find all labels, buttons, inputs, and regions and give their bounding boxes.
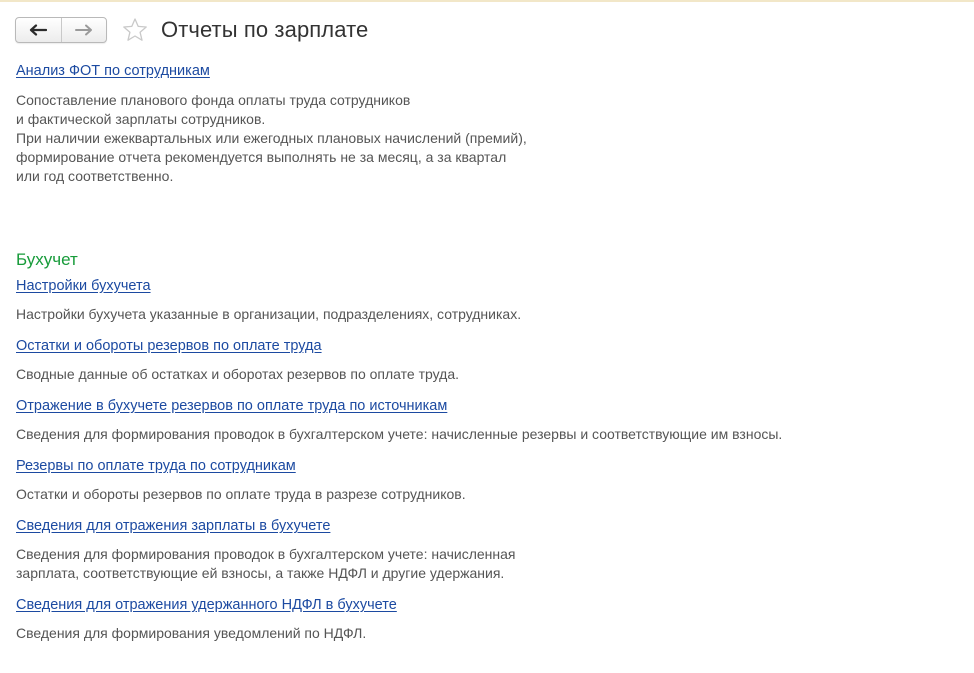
report-link-reserve-balances[interactable]: Остатки и обороты резервов по оплате тру… <box>16 337 322 355</box>
report-list: Анализ ФОТ по сотрудникам Сопоставление … <box>16 62 966 643</box>
report-block-accounting-settings: Настройки бухучета Настройки бухучета ук… <box>16 277 966 324</box>
report-link-accounting-settings[interactable]: Настройки бухучета <box>16 277 151 295</box>
report-link-ndfl-accounting[interactable]: Сведения для отражения удержанного НДФЛ … <box>16 596 397 614</box>
report-description-fot-analysis: Сопоставление планового фонда оплаты тру… <box>16 92 527 184</box>
arrow-left-icon <box>30 24 48 36</box>
report-block-ndfl-accounting: Сведения для отражения удержанного НДФЛ … <box>16 596 966 643</box>
report-link-reserves-by-employee[interactable]: Резервы по оплате труда по сотрудникам <box>16 457 296 475</box>
report-link-reserves-by-source[interactable]: Отражение в бухучете резервов по оплате … <box>16 397 447 415</box>
page-title: Отчеты по зарплате <box>161 17 369 42</box>
report-description-accounting-settings: Настройки бухучета указанные в организац… <box>16 306 522 322</box>
report-link-fot-analysis[interactable]: Анализ ФОТ по сотрудникам <box>16 62 210 80</box>
navigation-buttons <box>15 17 107 43</box>
star-icon <box>123 18 147 41</box>
report-description-reserves-by-source: Сведения для формирования проводок в бух… <box>16 426 783 442</box>
report-link-salary-accounting[interactable]: Сведения для отражения зарплаты в бухуче… <box>16 517 330 535</box>
section-title-accounting: Бухучет <box>16 250 78 269</box>
report-block-fot: Анализ ФОТ по сотрудникам Сопоставление … <box>16 62 966 186</box>
report-description-ndfl-accounting: Сведения для формирования уведомлений по… <box>16 625 367 641</box>
arrow-right-icon <box>74 24 92 36</box>
report-block-reserves-by-employee: Резервы по оплате труда по сотрудникам О… <box>16 457 966 504</box>
report-description-reserve-balances: Сводные данные об остатках и оборотах ре… <box>16 366 460 382</box>
report-block-reserves-by-source: Отражение в бухучете резервов по оплате … <box>16 397 966 444</box>
report-block-salary-accounting: Сведения для отражения зарплаты в бухуче… <box>16 517 966 583</box>
header: Отчеты по зарплате <box>15 15 368 45</box>
report-block-reserve-balances: Остатки и обороты резервов по оплате тру… <box>16 337 966 384</box>
report-description-salary-accounting: Сведения для формирования проводок в бух… <box>16 546 516 581</box>
forward-button[interactable] <box>60 18 107 42</box>
favorite-button[interactable] <box>121 16 149 44</box>
report-description-reserves-by-employee: Остатки и обороты резервов по оплате тру… <box>16 486 466 502</box>
back-button[interactable] <box>16 18 61 42</box>
